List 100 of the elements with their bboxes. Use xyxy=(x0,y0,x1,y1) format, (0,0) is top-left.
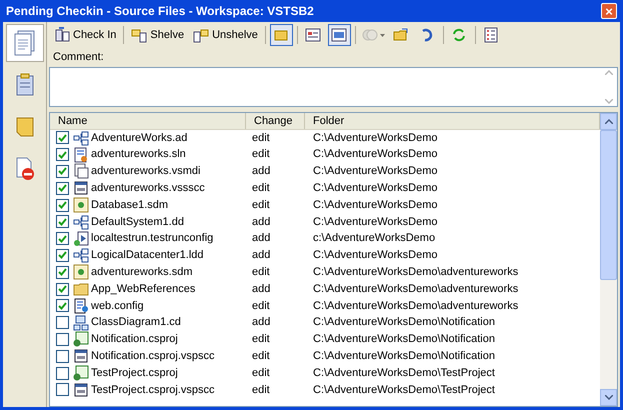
folder-path: C:\AdventureWorksDemo\adventureworks xyxy=(312,265,520,280)
folder-path: C:\AdventureWorksDemo\TestProject xyxy=(312,382,496,398)
file-name: AdventureWorks.ad xyxy=(91,130,188,146)
close-button[interactable]: × xyxy=(601,3,617,19)
checkbox[interactable] xyxy=(56,215,69,228)
list-view-icon xyxy=(305,27,322,43)
change-type: edit xyxy=(251,332,271,348)
caret-icon xyxy=(380,34,385,36)
folder-path: C:\AdventureWorksDemo\Notification xyxy=(312,332,496,348)
checkbox[interactable] xyxy=(56,299,69,312)
file-name: App_WebReferences xyxy=(91,282,196,297)
checkbox[interactable] xyxy=(56,282,69,296)
sidebar-tab[interactable] xyxy=(6,24,44,62)
scroll-down-icon xyxy=(605,98,613,104)
checkbox[interactable] xyxy=(56,266,69,279)
checklist-icon xyxy=(483,27,500,43)
open-folder-icon xyxy=(393,27,410,43)
file-name: TestProject.csproj.vspscc xyxy=(91,382,214,398)
change-type: edit xyxy=(251,349,271,364)
checkbox[interactable] xyxy=(56,366,69,380)
toolbar-button[interactable]: Check In xyxy=(51,24,120,46)
toolbar-button[interactable]: Unshelve xyxy=(190,24,261,46)
class-diagram-icon xyxy=(73,314,89,331)
checkbox[interactable] xyxy=(56,232,69,246)
folder-path: C:\AdventureWorksDemo xyxy=(312,181,439,196)
file-name: adventureworks.sdm xyxy=(91,265,192,280)
checkbox[interactable] xyxy=(56,332,69,346)
toggle-button[interactable] xyxy=(270,24,293,46)
change-type: add xyxy=(251,164,272,180)
file-name: LogicalDatacenter1.ldd xyxy=(91,248,204,264)
file-name: adventureworks.vssscc xyxy=(91,181,205,196)
folder-path: C:\AdventureWorksDemo\Notification xyxy=(312,315,496,330)
file-name: DefaultSystem1.dd xyxy=(91,214,184,230)
diagram-icon xyxy=(73,130,89,146)
documents-icon xyxy=(54,27,70,43)
toggle-button[interactable] xyxy=(328,24,351,46)
scrollbar[interactable] xyxy=(600,112,617,406)
diagram-icon xyxy=(73,214,89,230)
file-name: adventureworks.sln xyxy=(91,147,186,162)
folder-path: C:\AdventureWorksDemo\adventureworks xyxy=(312,282,520,297)
file-name: TestProject.csproj xyxy=(91,366,178,381)
note-icon xyxy=(14,116,34,138)
diagram-icon xyxy=(73,247,89,264)
folder-document-icon xyxy=(131,27,148,43)
checkbox[interactable] xyxy=(56,248,69,262)
settings-file-icon xyxy=(73,197,89,214)
change-type: edit xyxy=(251,265,271,280)
checkbox[interactable] xyxy=(56,148,69,162)
folder-path: C:\AdventureWorksDemo xyxy=(312,164,439,180)
window-title: Pending Checkin - Source Files - Workspace: VSTSB2 xyxy=(6,3,314,20)
project-file-icon xyxy=(73,331,89,348)
toolbar-button[interactable]: Shelve xyxy=(128,24,188,46)
change-type: edit xyxy=(251,181,271,196)
folder-path: C:\AdventureWorksDemo xyxy=(312,198,439,213)
solution-icon xyxy=(73,146,89,163)
scroll-down-icon xyxy=(604,395,612,400)
file-name: Notification.csproj.vspscc xyxy=(91,349,214,364)
column-header[interactable]: Change xyxy=(246,112,305,128)
column-header[interactable]: Name xyxy=(50,112,246,128)
folder-path: C:\AdventureWorksDemo\adventureworks xyxy=(312,298,520,314)
file-name: localtestrun.testrunconfig xyxy=(91,231,214,246)
documents-icon xyxy=(12,30,36,56)
circles-icon xyxy=(362,27,378,43)
checkbox[interactable] xyxy=(56,164,69,178)
comment-label: Comment: xyxy=(52,50,105,65)
test-file-icon xyxy=(73,230,89,247)
panel-view-icon xyxy=(331,27,348,43)
refresh-icon xyxy=(451,27,468,43)
folder-path: C:\AdventureWorksDemo xyxy=(312,248,439,264)
file-name: Database1.sdm xyxy=(91,198,168,213)
checkbox[interactable] xyxy=(56,350,69,363)
folder-path: C:\AdventureWorksDemo xyxy=(312,147,439,162)
checkbox[interactable] xyxy=(56,182,69,195)
comment-field[interactable] xyxy=(49,66,618,106)
change-type: edit xyxy=(251,147,271,162)
project-file-icon xyxy=(73,365,89,382)
document-stop-icon xyxy=(14,157,36,181)
window-file-icon xyxy=(73,348,89,364)
change-type: add xyxy=(251,315,272,330)
change-type: add xyxy=(251,282,272,297)
window-file-icon xyxy=(73,180,89,196)
checkbox[interactable] xyxy=(56,383,69,396)
folder-icon xyxy=(73,281,89,298)
scroll-up-icon xyxy=(604,118,612,124)
file-name: web.config xyxy=(91,298,144,314)
folder-document-icon xyxy=(193,27,210,43)
change-type: edit xyxy=(251,298,271,314)
change-type: add xyxy=(251,248,272,264)
checkbox[interactable] xyxy=(56,131,69,144)
checkbox[interactable] xyxy=(56,198,69,212)
folder-path: c:\AdventureWorksDemo xyxy=(312,231,436,246)
file-name: adventureworks.vsmdi xyxy=(91,164,200,180)
scroll-up-icon xyxy=(605,70,613,74)
folder-path: C:\AdventureWorksDemo\Notification xyxy=(312,349,496,364)
file-name: Notification.csproj xyxy=(91,332,178,348)
folder-path: C:\AdventureWorksDemo\TestProject xyxy=(312,366,496,381)
window-file-icon xyxy=(73,382,89,398)
checkbox[interactable] xyxy=(56,316,69,330)
document-icon xyxy=(73,163,89,180)
change-type: edit xyxy=(251,382,271,398)
